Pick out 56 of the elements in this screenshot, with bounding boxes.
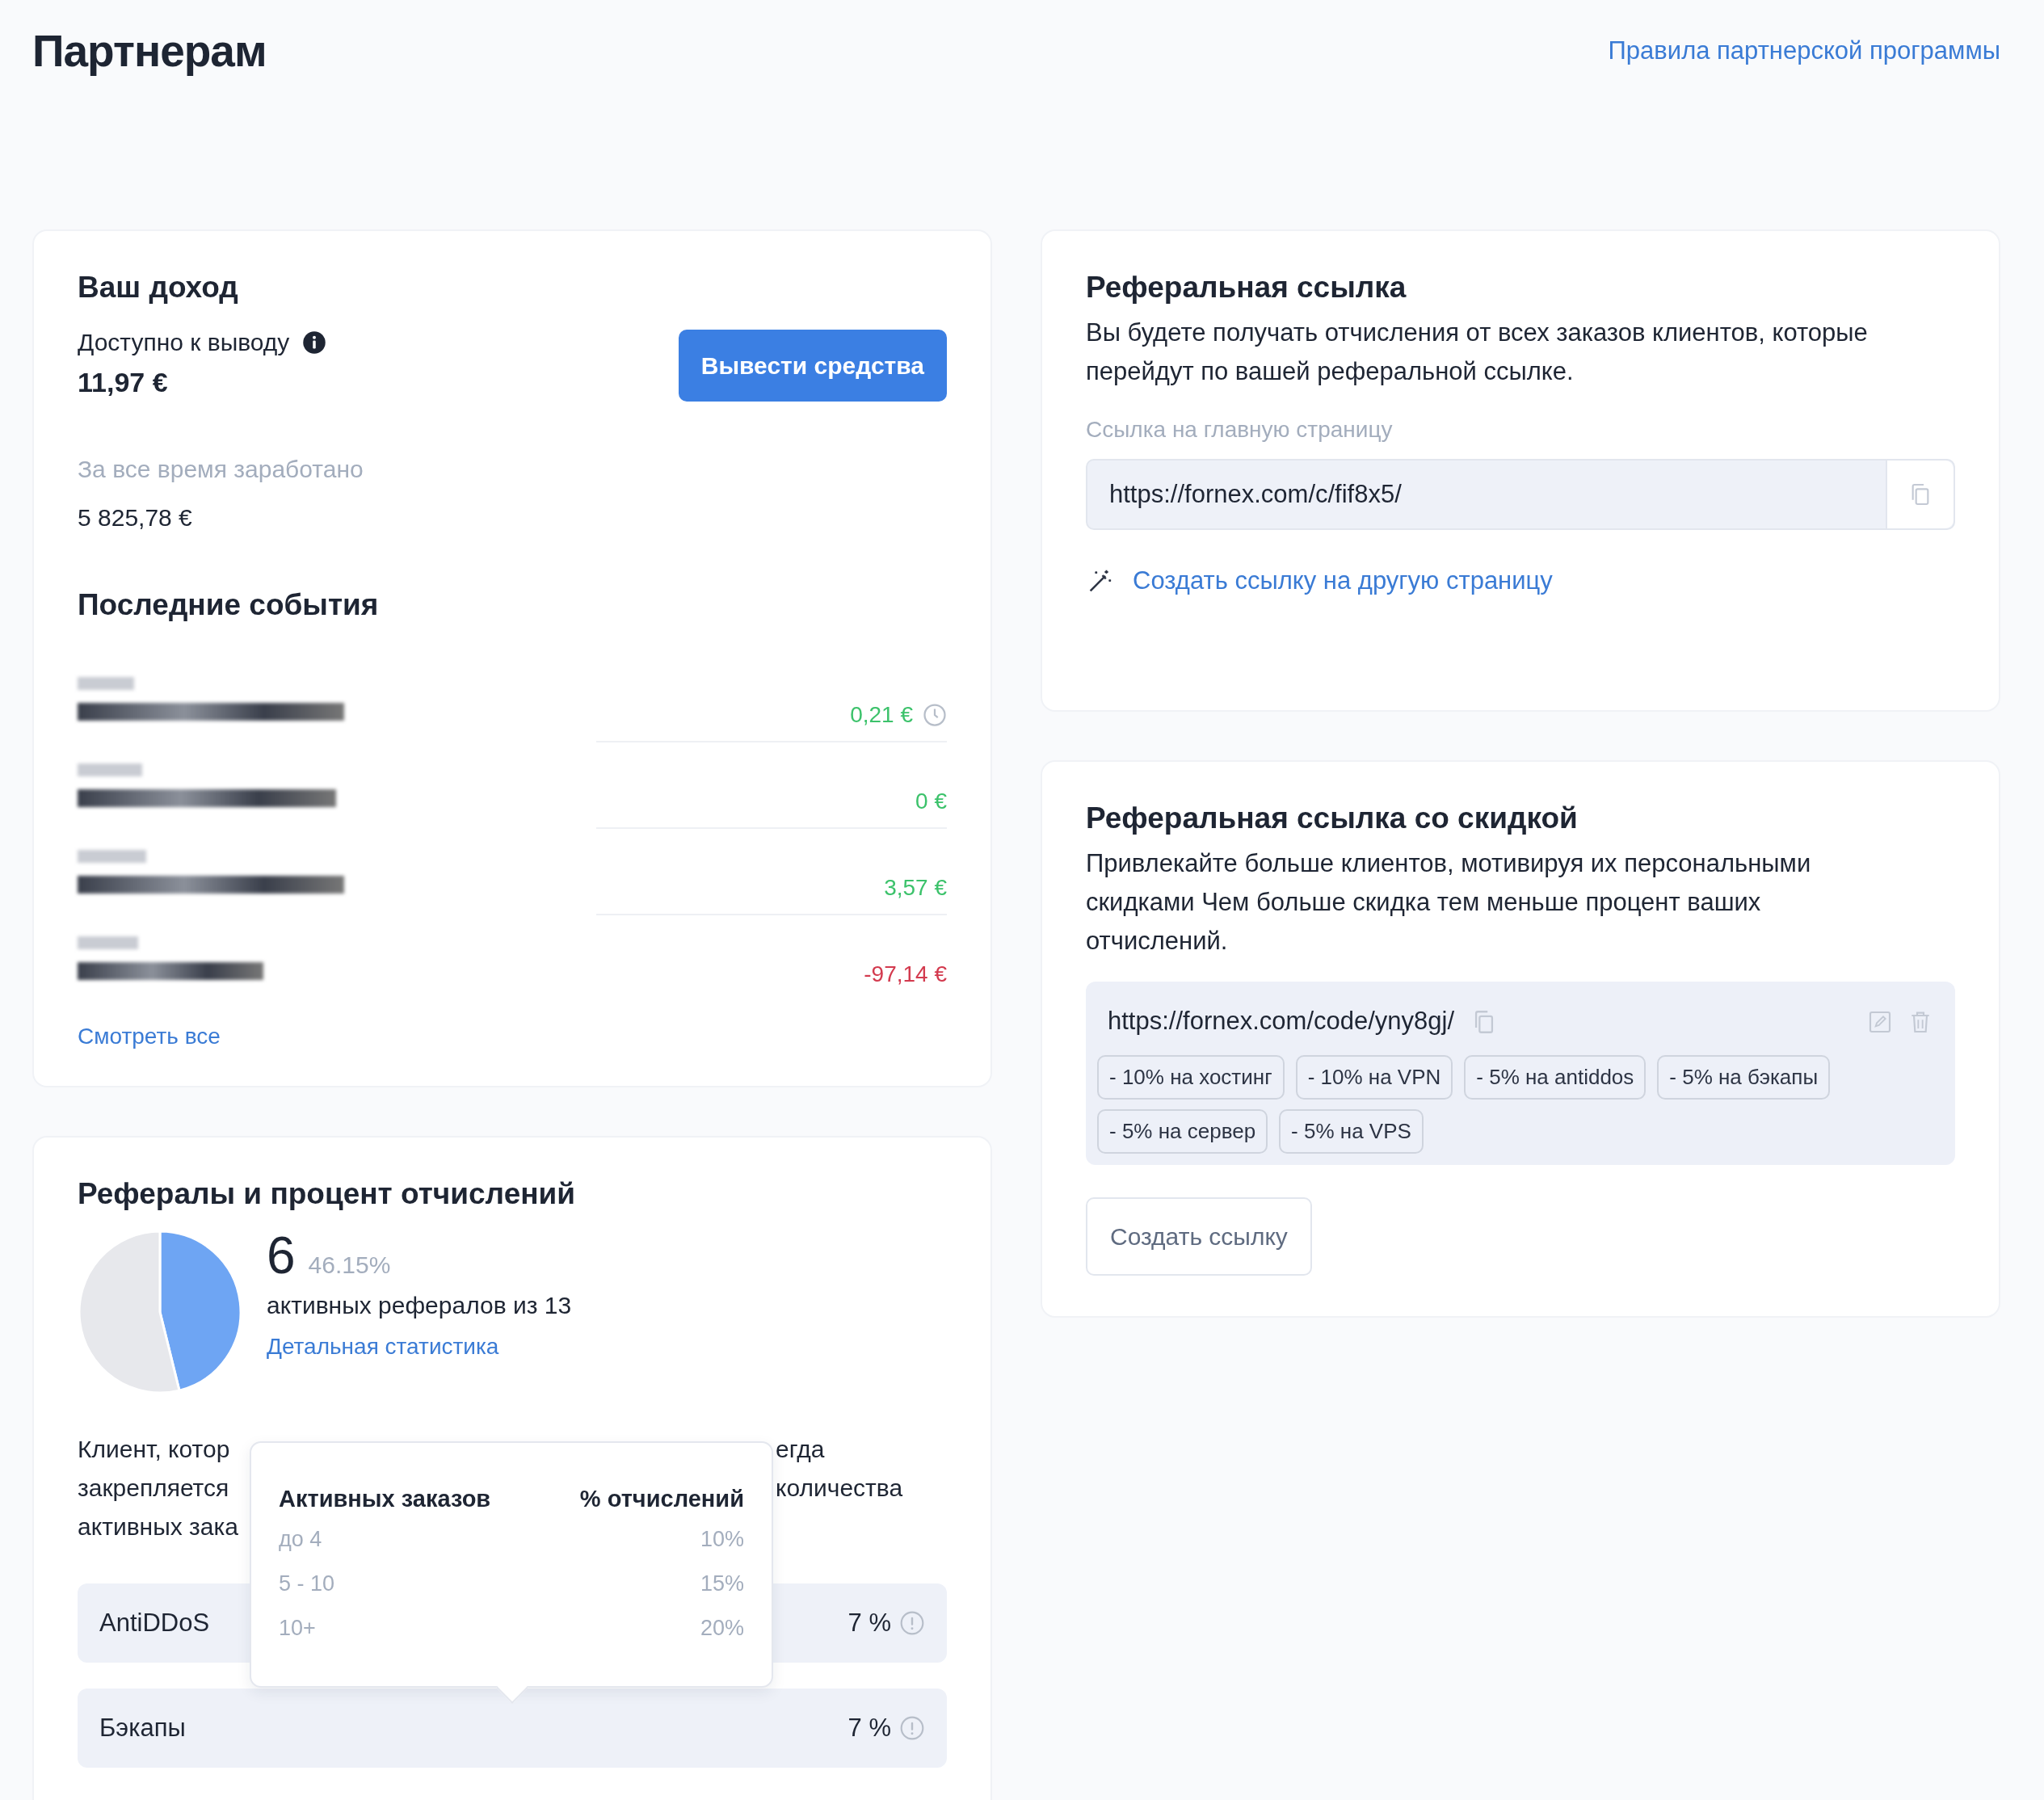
create-link[interactable]: Создать ссылку на другую страницу [1133, 562, 1553, 600]
page-title: Партнерам [32, 25, 267, 78]
available-label: Доступно к выводу [78, 328, 290, 358]
exclamation-icon [899, 1715, 925, 1742]
column-header: % отчислений [579, 1485, 744, 1514]
card-title: Ваш доход [78, 270, 239, 305]
service-percent: 7 % [847, 1607, 891, 1638]
discount-url: https://fornex.com/code/yny8gj/ [1108, 1006, 1455, 1037]
card-title: Реферальная ссылка со скидкой [1086, 801, 1579, 836]
event-amount: -97,14 € [864, 961, 947, 989]
total-amount: 5 825,78 € [78, 503, 193, 533]
info-icon [302, 330, 327, 355]
referrals-caption: активных рефералов из 13 [267, 1291, 572, 1321]
table-cell-text: 10% [700, 1525, 744, 1553]
blurred-date [78, 677, 134, 691]
column-header: Активных заказов [279, 1485, 491, 1514]
section-title: Последние события [78, 587, 380, 624]
discount-tag: - 5% на сервер [1097, 1108, 1268, 1154]
description: Вы будете получать отчисления от всех заказов клиентов, которые перейдут по вашей реферальной ссылке. [1086, 318, 1869, 388]
description: Привлекайте больше клиентов, мотивируя их персональными скидками Чем больше скидка тем меньше процент ваших отчислений. [1086, 848, 1812, 957]
discount-tag: - 10% на VPN [1295, 1054, 1453, 1100]
statistics-link[interactable]: Детальная статистика [267, 1330, 499, 1365]
exclamation-icon [899, 1610, 925, 1637]
copy-button[interactable] [1886, 461, 1954, 529]
create-link-button[interactable]: Создать ссылку [1086, 1196, 1312, 1276]
note-text: активных зака [78, 1512, 238, 1542]
event-amount: 0 € [915, 788, 947, 816]
rules-link[interactable]: Правила партнерской программы [1608, 32, 2000, 70]
discount-tag: - 5% на бэкапы [1657, 1054, 1831, 1100]
discount-tag: - 5% на VPS [1279, 1108, 1424, 1154]
field-label: Ссылка на главную страницу [1086, 416, 1394, 444]
discount-tag: - 10% на хостинг [1097, 1054, 1285, 1100]
card-title: Реферальная ссылка [1086, 270, 1407, 305]
note-text: егда [776, 1435, 825, 1465]
table-cell-text: 10+ [279, 1614, 316, 1642]
event-amount: 3,57 € [884, 874, 947, 902]
referral-count: 6 [267, 1230, 296, 1282]
service-name: AntiDDoS [99, 1607, 210, 1638]
table-cell-text: до 4 [279, 1525, 322, 1553]
table-cell-text: 5 - 10 [279, 1570, 335, 1597]
note-text: закрепляется [78, 1474, 229, 1504]
total-label: За все время заработано [78, 455, 364, 485]
view-all-link[interactable]: Смотреть все [78, 1019, 221, 1054]
table-cell-text: 20% [700, 1614, 744, 1642]
table-cell-text: 15% [700, 1570, 744, 1597]
service-percent: 7 % [847, 1712, 891, 1743]
note-text: количества [776, 1474, 903, 1504]
referral-percent: 46.15% [308, 1251, 391, 1281]
event-amount: 0,21 € [850, 701, 913, 730]
withdraw-button[interactable]: Вывести средства [678, 330, 947, 402]
available-amount: 11,97 € [78, 366, 169, 400]
card-title: Рефералы и процент отчислений [78, 1175, 577, 1212]
service-name: Бэкапы [99, 1712, 186, 1743]
note-text: Клиент, котор [78, 1435, 230, 1465]
url-field[interactable]: https://fornex.com/c/fif8x5/ [1086, 459, 1955, 531]
discount-tag: - 5% на antiddos [1464, 1054, 1647, 1100]
